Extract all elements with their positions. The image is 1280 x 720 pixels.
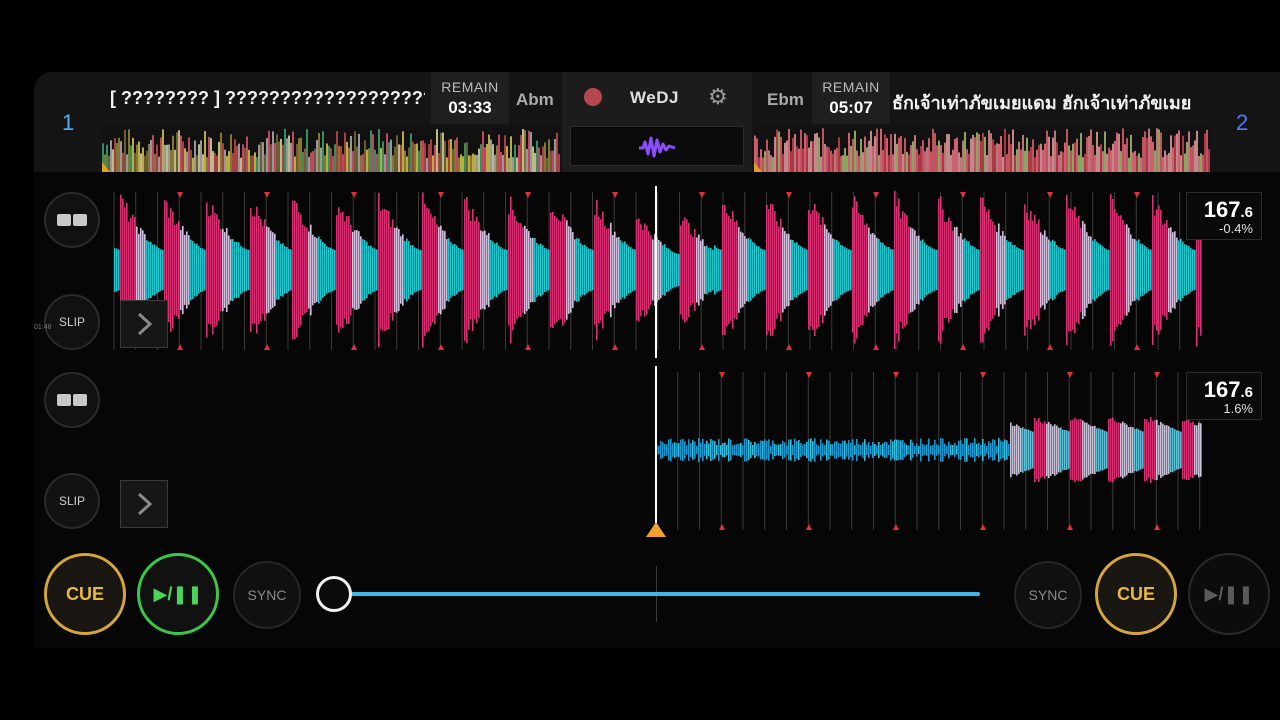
deck-2-number: 2 bbox=[1236, 110, 1249, 135]
deck-2-play-pause-button[interactable]: ▶/❚❚ bbox=[1188, 553, 1270, 635]
deck-2-remain-time: 05:07 bbox=[829, 98, 873, 117]
deck-1-cue-button[interactable]: CUE bbox=[44, 553, 126, 635]
deck-2-slip-button[interactable]: SLIP bbox=[44, 473, 100, 529]
deck-1-overview-waveform[interactable] bbox=[102, 126, 560, 172]
deck-1-pad-mode-button[interactable] bbox=[44, 192, 100, 248]
waveform-view-button[interactable] bbox=[570, 126, 744, 166]
pads-icon bbox=[57, 214, 87, 226]
chevron-right-icon bbox=[137, 312, 153, 336]
deck-1-expand-button[interactable] bbox=[120, 300, 168, 348]
waveform-icon bbox=[639, 136, 676, 158]
deck-1-play-pause-button[interactable]: ▶/❚❚ bbox=[137, 553, 219, 635]
chevron-right-icon bbox=[137, 492, 153, 516]
deck-2-pad-mode-button[interactable] bbox=[44, 372, 100, 428]
deck-2-sync-button[interactable]: SYNC bbox=[1014, 561, 1082, 629]
crossfader-handle[interactable] bbox=[316, 576, 352, 612]
deck-2-remain-label: REMAIN bbox=[822, 79, 880, 95]
deck-2-cue-button[interactable]: CUE bbox=[1095, 553, 1177, 635]
deck-1-number: 1 bbox=[62, 110, 75, 135]
brand-logo: WeDJ bbox=[630, 88, 679, 107]
deck-2-bpm-value: 167 bbox=[1203, 377, 1241, 402]
deck-1-slip-button[interactable]: SLIP bbox=[44, 294, 100, 350]
deck-2-key: Ebm bbox=[767, 90, 804, 109]
deck-1-bpm[interactable]: 167.6 -0.4% bbox=[1186, 192, 1262, 240]
deck-1-remain-label: REMAIN bbox=[441, 79, 499, 95]
crossfader-track[interactable] bbox=[334, 592, 980, 596]
deck-1-sync-button[interactable]: SYNC bbox=[233, 561, 301, 629]
deck-2-bpm-decimal: .6 bbox=[1240, 384, 1253, 401]
gear-icon[interactable]: ⚙ bbox=[708, 84, 728, 110]
dj-app: 1 [ ???????? ] ???????????????????????? … bbox=[34, 72, 1280, 648]
deck-1-bpm-decimal: .6 bbox=[1240, 204, 1253, 221]
deck-1-bpm-value: 167 bbox=[1203, 197, 1241, 222]
deck-1-key: Abm bbox=[516, 90, 554, 109]
deck-1-track-title[interactable]: [ ???????? ] ???????????????????????? bbox=[110, 88, 425, 109]
deck-2-overview-waveform[interactable] bbox=[754, 126, 1210, 172]
waveform-display[interactable] bbox=[34, 180, 1280, 560]
deck-2-pitch: 1.6% bbox=[1223, 401, 1253, 416]
deck-2-remain: REMAIN 05:07 bbox=[812, 72, 890, 124]
record-icon[interactable] bbox=[584, 88, 602, 106]
deck-1-remain-time: 03:33 bbox=[448, 98, 492, 117]
deck-2-expand-button[interactable] bbox=[120, 480, 168, 528]
center-panel: WeDJ ⚙ bbox=[562, 72, 752, 172]
header-bar: 1 [ ???????? ] ???????????????????????? … bbox=[34, 72, 1280, 172]
deck-2-track-title[interactable]: ธักเจ้าเท่าภัขเมยแดม ฮักเจ้าเท่าภัขเมย bbox=[892, 88, 1208, 117]
side-time-readout: 01:48 bbox=[34, 324, 52, 331]
deck-1-pitch: -0.4% bbox=[1219, 221, 1253, 236]
pads-icon bbox=[57, 394, 87, 406]
deck-1-remain: REMAIN 03:33 bbox=[431, 72, 509, 124]
deck-2-bpm[interactable]: 167.6 1.6% bbox=[1186, 372, 1262, 420]
